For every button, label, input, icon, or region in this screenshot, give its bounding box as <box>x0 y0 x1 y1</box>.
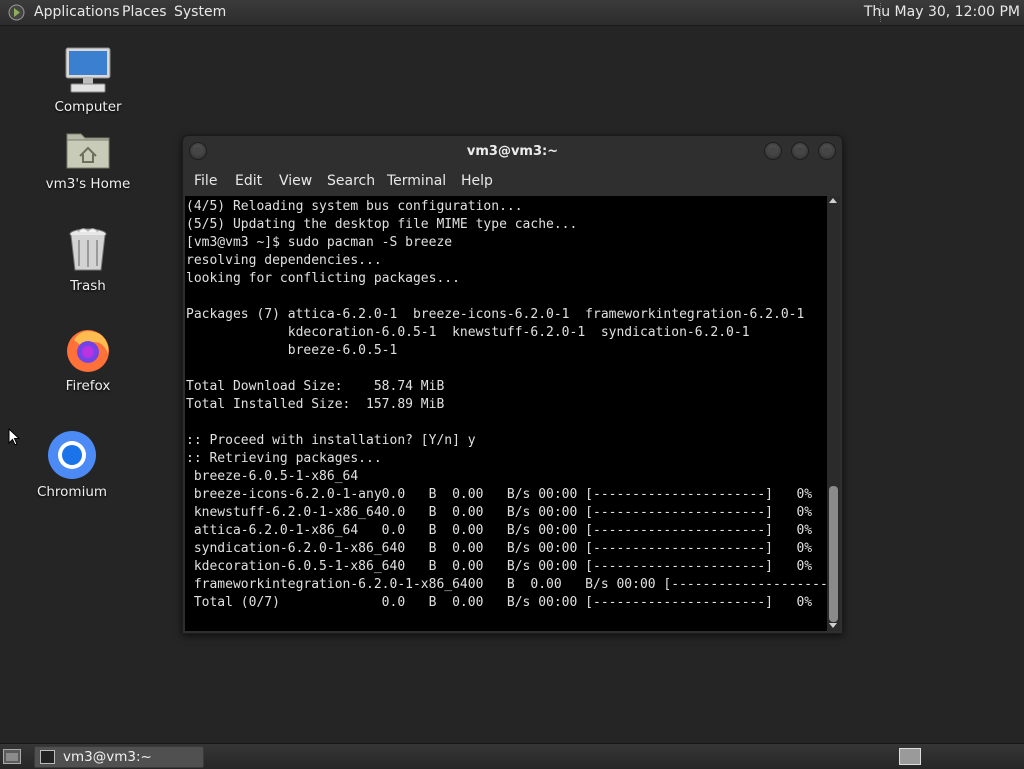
scroll-down-arrow-icon[interactable] <box>829 623 837 628</box>
places-menu[interactable]: Places <box>122 4 167 20</box>
desktop-icon-label: Trash <box>70 278 106 294</box>
terminal-scrollbar[interactable] <box>827 196 840 631</box>
desktop-icon-trash[interactable]: Trash <box>38 226 138 294</box>
taskbar-window-label: vm3@vm3:~ <box>63 749 152 765</box>
desktop-icon-label: Computer <box>54 99 122 115</box>
trash-icon <box>69 228 107 271</box>
terminal-output-area[interactable]: (4/5) Reloading system bus configuration… <box>185 196 827 631</box>
clock[interactable]: Thu May 30, 12:00 PM <box>864 4 1020 20</box>
show-desktop-icon[interactable] <box>3 749 21 764</box>
desktop-icon-label: Chromium <box>36 484 108 500</box>
firefox-icon <box>67 330 109 372</box>
desktop-icon-chromium[interactable]: Chromium <box>22 430 122 500</box>
desktop-icon-label: vm3's Home <box>45 176 131 192</box>
close-button[interactable] <box>818 142 836 160</box>
scrollbar-thumb[interactable] <box>829 486 838 622</box>
scroll-up-arrow-icon[interactable] <box>829 198 837 203</box>
minimize-button[interactable] <box>764 142 782 160</box>
computer-icon <box>65 47 111 93</box>
window-titlebar[interactable]: vm3@vm3:~ <box>183 136 842 168</box>
desktop-icon-firefox[interactable]: Firefox <box>38 326 138 394</box>
terminal-output[interactable]: (4/5) Reloading system bus configuration… <box>186 196 827 612</box>
menu-view[interactable]: View <box>279 173 312 189</box>
desktop-icon-home[interactable]: vm3's Home <box>38 128 138 192</box>
menu-edit[interactable]: Edit <box>235 173 262 189</box>
top-panel: Applications Places System Thu May 30, 1… <box>0 0 1024 26</box>
bottom-panel: vm3@vm3:~ <box>0 743 1024 769</box>
terminal-window[interactable]: vm3@vm3:~ File Edit View Search Terminal… <box>182 135 843 634</box>
gnome-foot-icon[interactable] <box>8 4 25 21</box>
workspace-switcher[interactable] <box>899 748 921 765</box>
home-folder-icon <box>66 133 110 169</box>
desktop-icon-label: Firefox <box>65 378 111 394</box>
applications-menu[interactable]: Applications <box>34 4 120 20</box>
menu-terminal[interactable]: Terminal <box>387 173 446 189</box>
desktop-icon-computer[interactable]: Computer <box>38 45 138 115</box>
maximize-button[interactable] <box>791 142 809 160</box>
taskbar-window-button[interactable]: vm3@vm3:~ <box>34 746 204 768</box>
system-menu[interactable]: System <box>174 4 226 20</box>
terminal-menubar: File Edit View Search Terminal Help <box>183 168 842 196</box>
mouse-pointer-icon <box>8 428 20 446</box>
menu-help[interactable]: Help <box>461 173 493 189</box>
window-title: vm3@vm3:~ <box>466 144 559 159</box>
chromium-icon <box>48 431 96 479</box>
terminal-icon <box>40 750 55 764</box>
menu-file[interactable]: File <box>194 173 217 189</box>
menu-search[interactable]: Search <box>327 173 375 189</box>
